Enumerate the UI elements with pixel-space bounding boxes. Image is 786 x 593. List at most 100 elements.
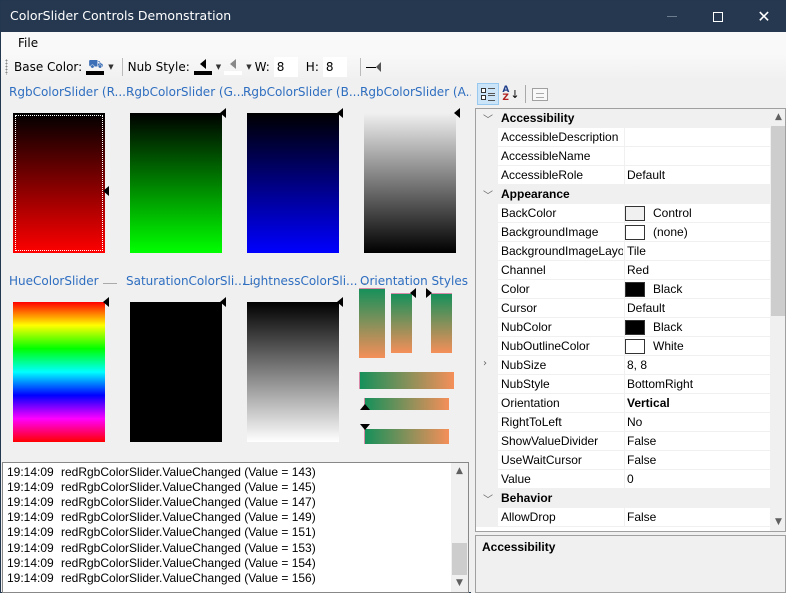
- property-value[interactable]: BottomRight: [627, 377, 693, 391]
- vertical-slider-default[interactable]: [359, 288, 385, 358]
- vertical-slider-nub-left[interactable]: [431, 293, 452, 353]
- property-pages-button[interactable]: [529, 83, 551, 105]
- log-entry[interactable]: 19:14:09 redRgbColorSlider.ValueChanged (…: [7, 556, 316, 571]
- scroll-down-icon[interactable]: ▼: [451, 575, 468, 592]
- property-value[interactable]: Black: [653, 282, 682, 296]
- property-row[interactable]: NubStyle BottomRight: [476, 375, 770, 394]
- property-row[interactable]: AccessibleDescription: [476, 128, 770, 147]
- property-value[interactable]: Black: [653, 320, 682, 334]
- slider-nub[interactable]: [220, 108, 226, 118]
- categorized-button[interactable]: [477, 83, 499, 105]
- log-entry[interactable]: 19:14:09 redRgbColorSlider.ValueChanged (…: [7, 465, 316, 480]
- base-color-dropdown[interactable]: ⛟ ▼: [86, 57, 114, 77]
- log-entry[interactable]: 19:14:09 redRgbColorSlider.ValueChanged (…: [7, 541, 316, 556]
- color-slider[interactable]: [13, 113, 105, 253]
- slider-nub[interactable]: [360, 404, 370, 410]
- property-row[interactable]: Cursor Default: [476, 299, 770, 318]
- collapse-icon[interactable]: ﹀: [483, 187, 493, 202]
- property-value[interactable]: White: [653, 339, 684, 353]
- property-row[interactable]: BackColor Control: [476, 204, 770, 223]
- maximize-button[interactable]: [695, 1, 741, 32]
- log-entry[interactable]: 19:14:09 redRgbColorSlider.ValueChanged (…: [7, 495, 316, 510]
- collapse-icon[interactable]: ﹀: [483, 491, 493, 506]
- property-row[interactable]: RightToLeft No: [476, 413, 770, 432]
- property-row[interactable]: UseWaitCursor False: [476, 451, 770, 470]
- property-row[interactable]: AccessibleName: [476, 147, 770, 166]
- scroll-up-icon[interactable]: ▲: [451, 463, 468, 480]
- property-row[interactable]: BackgroundImageLayout Tile: [476, 242, 770, 261]
- horizontal-slider-default[interactable]: [359, 372, 454, 389]
- color-slider[interactable]: [130, 113, 222, 253]
- property-value[interactable]: Red: [627, 263, 649, 277]
- slider-nub[interactable]: [103, 186, 109, 197]
- show-value-divider-button[interactable]: [365, 57, 381, 77]
- property-value[interactable]: Vertical: [627, 396, 670, 410]
- property-row[interactable]: Channel Red: [476, 261, 770, 280]
- nub-color-dropdown[interactable]: ▼: [193, 57, 221, 77]
- alphabetical-button[interactable]: A Z ↓: [500, 83, 522, 105]
- property-name: Cursor: [501, 301, 538, 315]
- vertical-slider-nub-right[interactable]: [391, 293, 412, 353]
- nub-outline-color-dropdown[interactable]: ▼: [224, 57, 252, 77]
- property-value[interactable]: Default: [627, 301, 665, 315]
- collapse-icon[interactable]: ﹀: [483, 111, 493, 126]
- horizontal-slider-nub-bottom[interactable]: [364, 398, 449, 410]
- property-value[interactable]: 0: [627, 472, 634, 486]
- color-slider[interactable]: [247, 113, 339, 253]
- expand-icon[interactable]: ›: [483, 358, 487, 369]
- property-value[interactable]: False: [627, 434, 656, 448]
- property-row[interactable]: NubColor Black: [476, 318, 770, 337]
- nub-width-input[interactable]: [273, 57, 298, 77]
- log-entry[interactable]: 19:14:09 redRgbColorSlider.ValueChanged (…: [7, 571, 316, 586]
- property-category[interactable]: ﹀ Appearance: [476, 185, 770, 204]
- property-row[interactable]: NubOutlineColor White: [476, 337, 770, 356]
- scroll-thumb[interactable]: [452, 543, 467, 575]
- property-row[interactable]: AccessibleRole Default: [476, 166, 770, 185]
- menu-file[interactable]: File: [12, 36, 44, 50]
- scroll-up-icon[interactable]: ▲: [770, 109, 785, 126]
- property-grid-scrollbar[interactable]: ▲ ▼: [770, 109, 785, 531]
- scroll-down-icon[interactable]: ▼: [770, 514, 785, 531]
- property-row[interactable]: BackgroundImage (none): [476, 223, 770, 242]
- slider-nub[interactable]: [337, 108, 343, 118]
- property-value[interactable]: False: [627, 510, 656, 524]
- property-value[interactable]: Control: [653, 206, 692, 220]
- property-value[interactable]: Tile: [627, 244, 646, 258]
- minimize-button[interactable]: [649, 1, 695, 32]
- property-value[interactable]: False: [627, 453, 656, 467]
- property-value[interactable]: 8, 8: [627, 358, 647, 372]
- nub-height-input[interactable]: [322, 57, 347, 77]
- slider-nub[interactable]: [220, 297, 226, 307]
- slider-nub[interactable]: [410, 288, 416, 298]
- color-slider[interactable]: [13, 302, 105, 442]
- property-row[interactable]: Value 0: [476, 470, 770, 489]
- log-scrollbar[interactable]: ▲ ▼: [451, 463, 468, 592]
- log-entry[interactable]: 19:14:09 redRgbColorSlider.ValueChanged (…: [7, 480, 316, 495]
- property-row[interactable]: ShowValueDivider False: [476, 432, 770, 451]
- close-button[interactable]: ✕: [741, 1, 786, 32]
- scroll-thumb[interactable]: [771, 126, 785, 316]
- slider-nub[interactable]: [360, 424, 370, 430]
- property-value[interactable]: (none): [653, 225, 688, 239]
- property-value[interactable]: Default: [627, 168, 665, 182]
- property-row[interactable]: › NubSize 8, 8: [476, 356, 770, 375]
- slider-nub[interactable]: [454, 108, 460, 118]
- property-category[interactable]: ﹀ Behavior: [476, 489, 770, 508]
- toolbar-grip[interactable]: [5, 59, 8, 75]
- property-row[interactable]: Orientation Vertical: [476, 394, 770, 413]
- slider-nub[interactable]: [337, 297, 343, 307]
- slider-nub[interactable]: [426, 288, 432, 298]
- column-divider: [624, 261, 625, 280]
- horizontal-slider-nub-top[interactable]: [364, 429, 449, 444]
- property-value[interactable]: No: [627, 415, 642, 429]
- color-slider[interactable]: [247, 302, 339, 442]
- log-entry[interactable]: 19:14:09 redRgbColorSlider.ValueChanged (…: [7, 525, 316, 540]
- color-slider[interactable]: [364, 113, 456, 253]
- event-log[interactable]: 19:14:09 redRgbColorSlider.ValueChanged (…: [2, 462, 469, 593]
- property-row[interactable]: Color Black: [476, 280, 770, 299]
- color-slider[interactable]: [130, 302, 222, 442]
- log-entry[interactable]: 19:14:09 redRgbColorSlider.ValueChanged (…: [7, 510, 316, 525]
- slider-nub[interactable]: [103, 297, 109, 307]
- property-category[interactable]: ﹀ Accessibility: [476, 109, 770, 128]
- property-row[interactable]: AllowDrop False: [476, 508, 770, 527]
